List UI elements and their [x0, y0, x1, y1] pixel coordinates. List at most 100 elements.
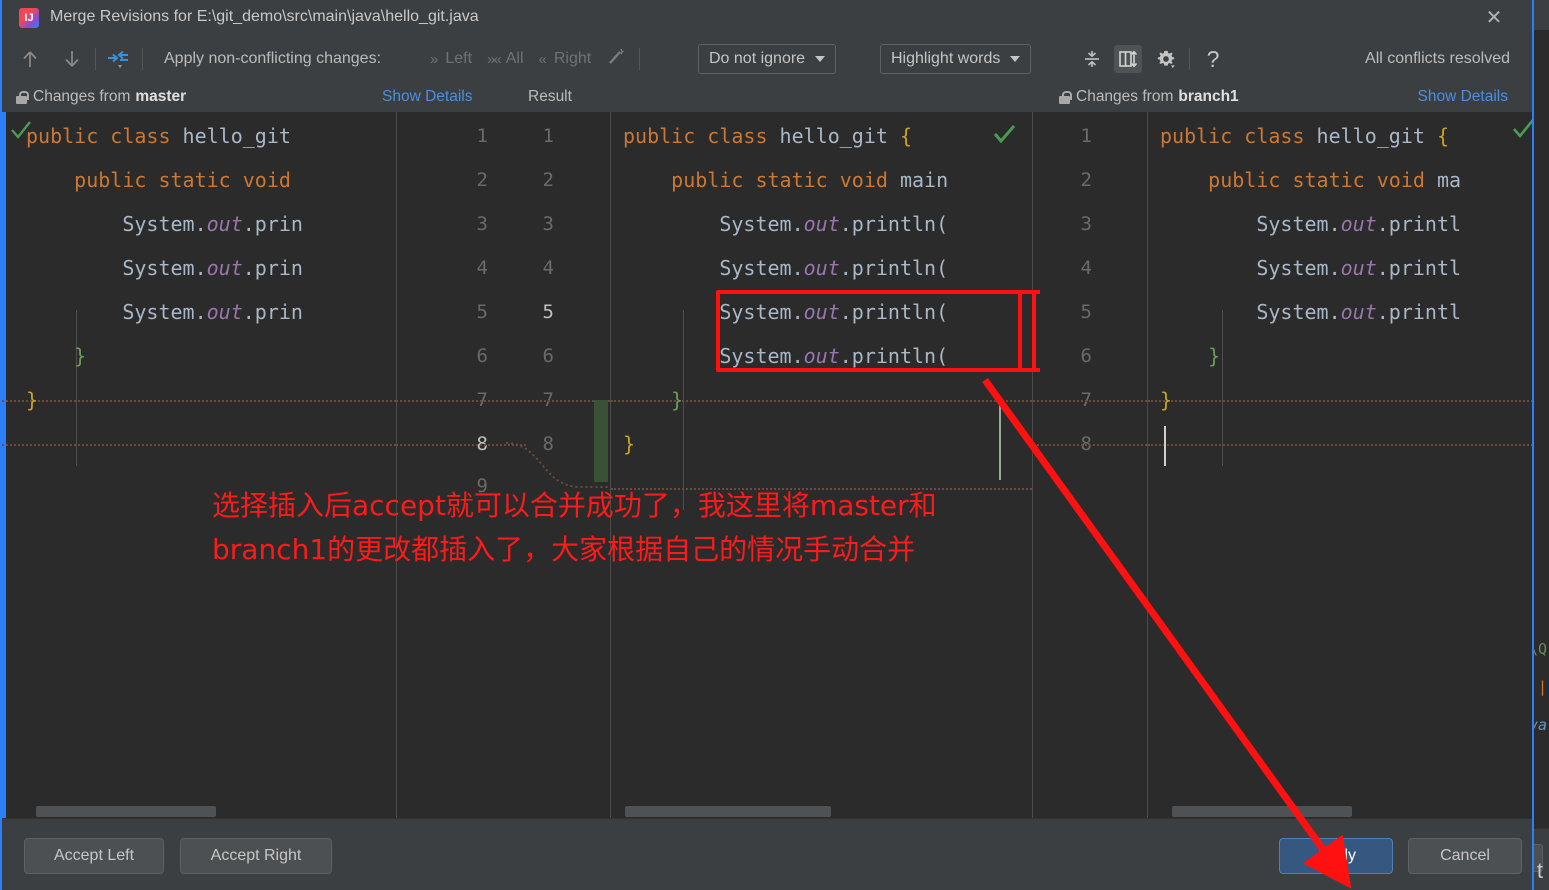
magic-wand-icon[interactable] [606, 47, 626, 72]
code-line: System.out.println( [623, 212, 949, 236]
right-line-numbers: 12345678 [1042, 112, 1092, 818]
pane-divider [1032, 112, 1033, 818]
background-code-snippet-marker: | [1537, 678, 1547, 696]
right-pane-header: Changes from branch1 [1059, 82, 1239, 112]
apply-left-icon[interactable]: » [430, 51, 438, 68]
toolbar-separator [639, 48, 641, 70]
gear-icon[interactable] [1152, 45, 1180, 73]
dialog-button-bar: Accept Left Accept Right Apply Cancel [2, 818, 1532, 890]
result-editor-pane[interactable]: public class hello_git { public static v… [611, 112, 1032, 818]
highlight-policy-dropdown[interactable]: Highlight words [880, 44, 1032, 74]
code-line: System.out.println( [623, 344, 949, 368]
dialog-title: Merge Revisions for E:\git_demo\src\main… [50, 8, 479, 25]
collapse-lines-glyph [1085, 51, 1099, 67]
code-line: } [623, 432, 636, 456]
apply-button[interactable]: Apply [1279, 838, 1393, 874]
merge-arrows-icon[interactable] [105, 45, 133, 73]
merge-toolbar: Apply non-conflicting changes: » Left »«… [2, 36, 1532, 82]
line-number: 2 [542, 169, 554, 191]
intellij-idea-icon: IJ [19, 8, 39, 28]
green-check-glyph [993, 125, 1016, 144]
left-code-lines[interactable]: public class hello_git public static voi… [2, 112, 396, 818]
accept-left-button[interactable]: Accept Left [24, 838, 164, 874]
line-number: 1 [1080, 125, 1092, 147]
two-columns-sync-glyph [1119, 50, 1138, 68]
result-code-lines[interactable]: public class hello_git { public static v… [611, 112, 1032, 818]
merge-arrows-glyph [108, 50, 128, 68]
toolbar-separator [142, 48, 143, 70]
code-line: System.out.printl [1160, 212, 1462, 236]
question-mark-icon[interactable]: ? [1199, 45, 1227, 73]
line-number: 6 [1080, 345, 1092, 367]
green-check-icon[interactable] [993, 125, 1016, 147]
code-line: public class hello_git { [623, 124, 913, 148]
gutter-horizontal-scrollbar[interactable] [397, 804, 610, 818]
code-line: } [1160, 388, 1173, 412]
right-code-lines[interactable]: public class hello_git { public static v… [1148, 112, 1532, 818]
highlight-policy-value: Highlight words [891, 50, 1001, 67]
result-scrollbar-thumb[interactable] [625, 806, 831, 817]
code-line: System.out.printl [1160, 256, 1462, 280]
code-line: public class hello_git [26, 124, 303, 148]
line-number: 2 [476, 169, 488, 191]
merge-revisions-dialog: IJ Merge Revisions for E:\git_demo\src\m… [0, 0, 1534, 890]
apply-all-icon[interactable]: »« [487, 51, 502, 68]
chevron-down-icon [815, 56, 826, 62]
right-horizontal-scrollbar[interactable] [1148, 804, 1532, 818]
arrow-down-glyph [65, 51, 79, 67]
code-line: System.out.println( [623, 300, 949, 324]
left-editor-pane[interactable]: public class hello_git public static voi… [2, 112, 396, 818]
pane-header-bar: Changes from master Show Details Result … [2, 82, 1532, 112]
code-line: } [26, 388, 39, 412]
left-scrollbar-thumb[interactable] [36, 806, 216, 817]
diff-boundary-line [1033, 444, 1147, 446]
apply-right-icon[interactable]: « [539, 51, 547, 68]
apply-nonconflicting-label: Apply non-conflicting changes: [164, 50, 382, 67]
line-number: 1 [476, 125, 488, 147]
line-number: 6 [476, 345, 488, 367]
arrow-down-icon[interactable] [58, 45, 86, 73]
result-horizontal-scrollbar[interactable] [611, 804, 1032, 818]
code-line: public class hello_git { [1160, 124, 1450, 148]
accept-right-button[interactable]: Accept Right [180, 838, 332, 874]
left-show-details-link[interactable]: Show Details [382, 88, 472, 106]
line-number: 3 [1080, 213, 1092, 235]
code-line: System.out.prin [26, 256, 303, 280]
apply-all-button[interactable]: All [506, 50, 524, 68]
line-number: 4 [476, 257, 488, 279]
code-line: System.out.prin [26, 212, 303, 236]
pane-divider [396, 112, 397, 818]
collapse-lines-icon[interactable] [1078, 45, 1106, 73]
gutter-horizontal-scrollbar-right[interactable] [1033, 804, 1147, 818]
right-pane-header-prefix: Changes from [1076, 88, 1174, 105]
code-line: System.out.printl [1160, 300, 1462, 324]
diff-boundary-line [396, 400, 610, 402]
lock-icon [1059, 90, 1072, 104]
line-number: 6 [542, 345, 554, 367]
result-pane-header: Result [528, 88, 572, 105]
ignore-policy-dropdown[interactable]: Do not ignore [698, 44, 837, 74]
green-check-glyph [1513, 119, 1532, 139]
right-caret [1164, 426, 1166, 466]
cancel-button[interactable]: Cancel [1408, 838, 1522, 874]
result-line-number-9: 9 [476, 475, 488, 497]
result-caret [999, 404, 1001, 480]
left-horizontal-scrollbar[interactable] [6, 804, 396, 818]
line-number: 1 [542, 125, 554, 147]
merge-editors-area: public class hello_git public static voi… [2, 112, 1532, 818]
right-show-details-link[interactable]: Show Details [1418, 88, 1508, 106]
apply-right-button[interactable]: Right [554, 50, 591, 68]
code-line: } [1208, 344, 1221, 368]
arrow-up-icon[interactable] [16, 45, 44, 73]
arrow-up-glyph [23, 51, 37, 67]
right-scrollbar-thumb[interactable] [1172, 806, 1352, 817]
code-line: } [74, 344, 87, 368]
apply-left-button[interactable]: Left [445, 50, 472, 68]
line-number: 5 [476, 301, 488, 323]
green-check-icon[interactable] [1512, 118, 1532, 140]
two-columns-sync-icon[interactable] [1114, 45, 1142, 73]
inserted-block-indicator [594, 400, 608, 482]
close-icon[interactable]: ✕ [1482, 6, 1506, 30]
dialog-title-bar: IJ Merge Revisions for E:\git_demo\src\m… [2, 0, 1532, 36]
right-editor-pane[interactable]: public class hello_git { public static v… [1148, 112, 1532, 818]
